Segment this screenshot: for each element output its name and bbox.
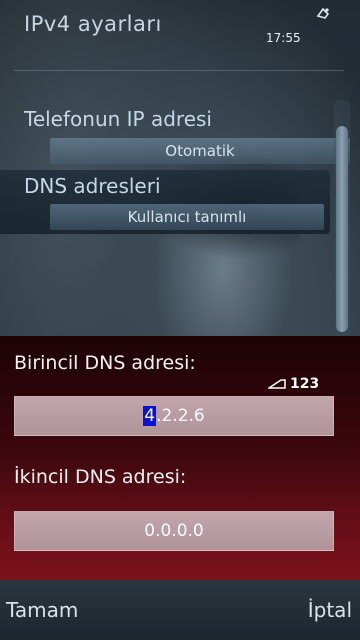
primary-dns-label: Birincil DNS adresi:	[14, 352, 196, 374]
primary-dns-value: .2.2.6	[156, 406, 205, 426]
setting-label-dns: DNS adresleri	[24, 174, 161, 198]
dns-input-dialog: Birincil DNS adresi: 123 4.2.2.6 İkincil…	[0, 336, 360, 580]
header-divider	[14, 70, 344, 71]
secondary-dns-field[interactable]: 0.0.0.0	[14, 511, 334, 551]
input-mode-label: 123	[290, 376, 320, 392]
status-bar: IPv4 ayarları 17:55	[0, 0, 360, 60]
setting-value-dns[interactable]: Kullanıcı tanımlı	[50, 204, 324, 230]
ok-softkey[interactable]: Tamam	[6, 598, 78, 622]
primary-dns-field[interactable]: 4.2.2.6	[14, 396, 334, 436]
softkey-bar: Tamam İptal	[0, 580, 360, 640]
secondary-dns-label: İkincil DNS adresi:	[14, 466, 187, 488]
page-title: IPv4 ayarları	[24, 12, 162, 36]
pen-icon	[268, 379, 286, 389]
clock: 17:55	[266, 31, 301, 45]
scrollbar-thumb[interactable]	[336, 126, 348, 332]
signal-icon	[316, 7, 330, 19]
cancel-softkey[interactable]: İptal	[308, 598, 352, 622]
setting-value-ip[interactable]: Otomatik	[50, 138, 350, 164]
setting-label-ip: Telefonun IP adresi	[24, 107, 212, 131]
text-cursor-selection: 4	[143, 406, 157, 426]
input-mode-indicator: 123	[268, 376, 319, 392]
